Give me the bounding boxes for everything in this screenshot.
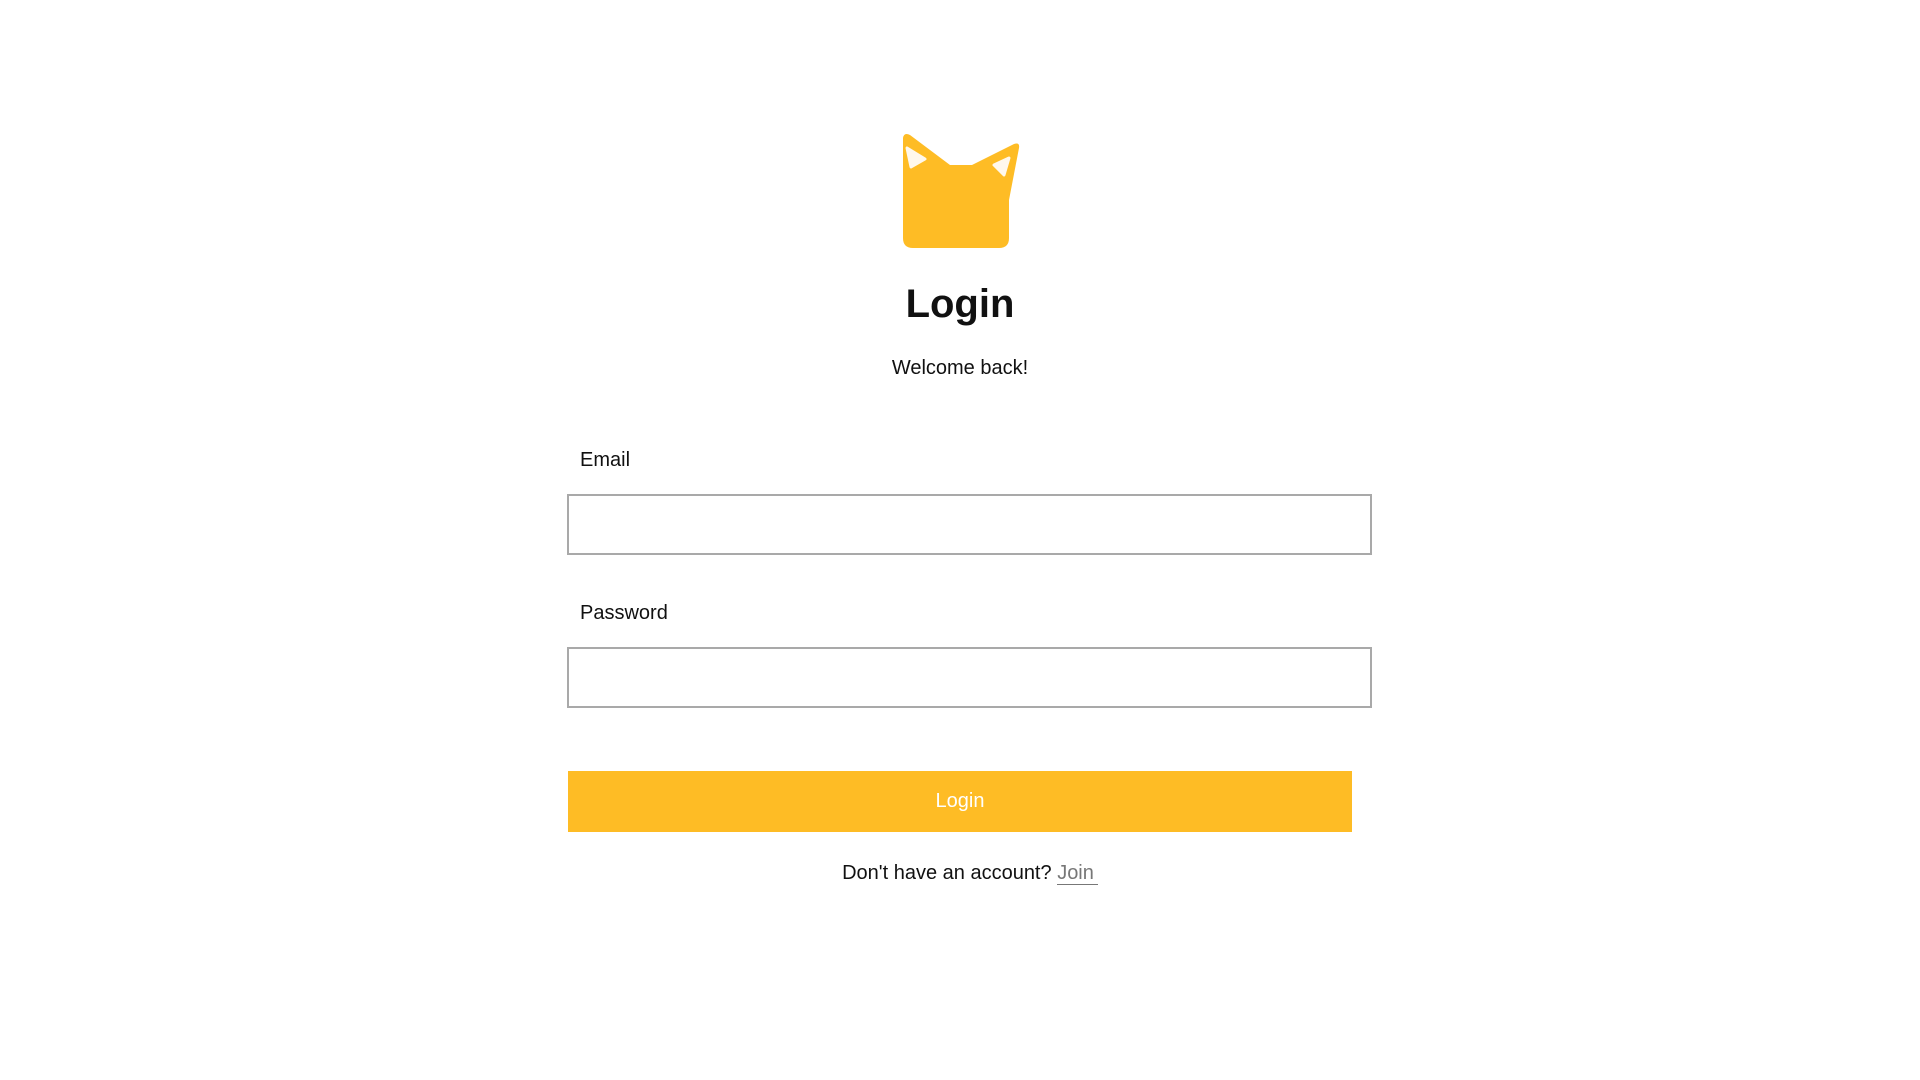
- password-label: Password: [580, 602, 668, 624]
- page-subtitle: Welcome back!: [891, 357, 1029, 379]
- signup-prompt: Don't have an account? Join: [0, 862, 1920, 885]
- password-input[interactable]: [567, 647, 1372, 708]
- signup-prompt-text: Don't have an account?: [842, 862, 1052, 884]
- join-link[interactable]: Join: [1057, 862, 1098, 885]
- email-input[interactable]: [567, 494, 1372, 555]
- login-button[interactable]: Login: [568, 771, 1352, 832]
- email-label: Email: [580, 449, 631, 471]
- page-title: Login: [905, 282, 1015, 326]
- cat-logo-icon: [903, 134, 1020, 248]
